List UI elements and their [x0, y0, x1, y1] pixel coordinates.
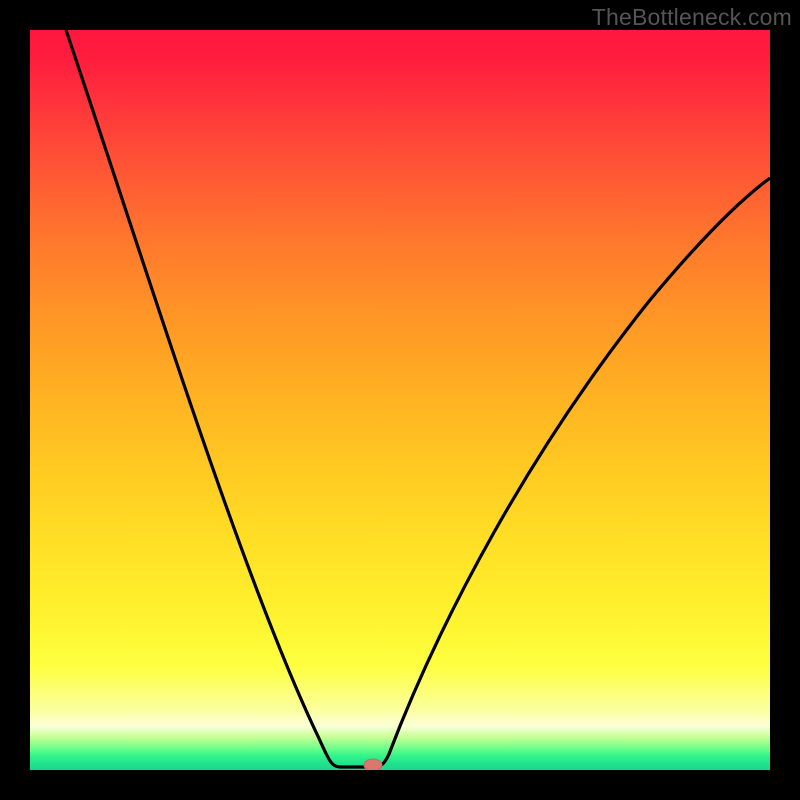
chart-frame: TheBottleneck.com: [0, 0, 800, 800]
bottleneck-curve: [30, 30, 770, 770]
curve-path: [66, 30, 770, 767]
curve-minimum-marker: [364, 759, 382, 770]
watermark-text: TheBottleneck.com: [592, 4, 792, 31]
plot-area: [30, 30, 770, 770]
